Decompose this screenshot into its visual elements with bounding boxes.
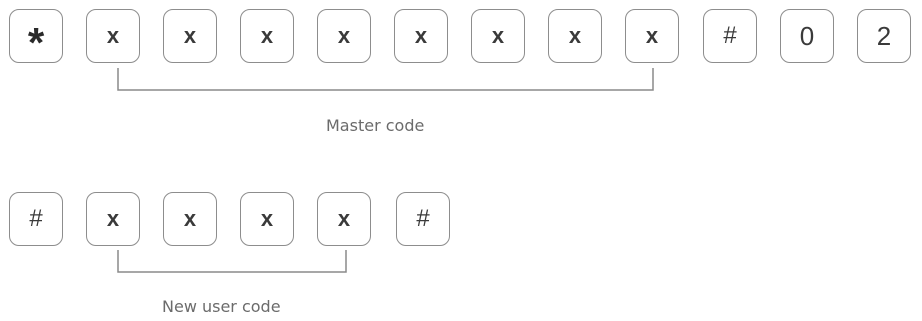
user-code-caption: New user code — [162, 297, 281, 316]
user-code-bracket — [117, 250, 347, 273]
